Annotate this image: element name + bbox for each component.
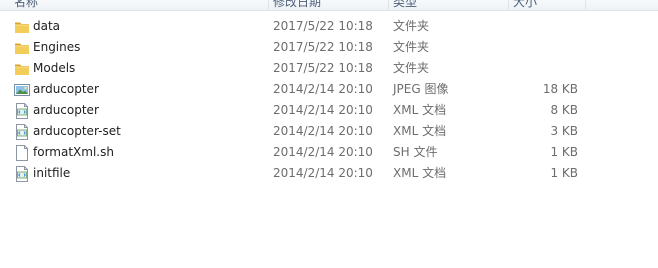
column-divider[interactable] bbox=[388, 0, 389, 10]
file-type: JPEG 图像 bbox=[393, 82, 449, 96]
file-row[interactable]: Engines 2017/5/22 10:18 文件夹 bbox=[0, 37, 658, 58]
file-type: 文件夹 bbox=[393, 19, 430, 33]
file-name: arducopter bbox=[33, 103, 99, 117]
file-name: arducopter bbox=[33, 82, 99, 96]
file-row[interactable]: arducopter-set 2014/2/14 20:10 XML 文档 3 … bbox=[0, 121, 658, 142]
file-name: formatXml.sh bbox=[33, 145, 114, 159]
file-name: Models bbox=[33, 61, 76, 75]
column-header: 名称 修改日期 类型 大小 bbox=[0, 0, 658, 11]
file-row[interactable]: arducopter 2014/2/14 20:10 JPEG 图像 18 KB bbox=[0, 79, 658, 100]
file-type: XML 文档 bbox=[393, 166, 447, 180]
file-date: 2014/2/14 20:10 bbox=[273, 166, 373, 180]
file-size: 8 KB bbox=[550, 103, 578, 117]
folder-icon bbox=[14, 40, 30, 56]
image-file-icon bbox=[14, 82, 30, 98]
xml-file-icon bbox=[14, 166, 30, 182]
file-name: arducopter-set bbox=[33, 124, 121, 138]
file-size: 18 KB bbox=[542, 82, 578, 96]
file-row[interactable]: arducopter 2014/2/14 20:10 XML 文档 8 KB bbox=[0, 100, 658, 121]
file-name: data bbox=[33, 19, 61, 33]
file-name: initfile bbox=[33, 166, 71, 180]
folder-icon bbox=[14, 61, 30, 77]
column-divider[interactable] bbox=[508, 0, 509, 10]
folder-icon bbox=[14, 19, 30, 35]
file-row[interactable]: Models 2017/5/22 10:18 文件夹 bbox=[0, 58, 658, 79]
file-size: 3 KB bbox=[550, 124, 578, 138]
column-header-name[interactable]: 名称 bbox=[14, 0, 38, 10]
file-row[interactable]: data 2017/5/22 10:18 文件夹 bbox=[0, 16, 658, 37]
file-row[interactable]: formatXml.sh 2014/2/14 20:10 SH 文件 1 KB bbox=[0, 142, 658, 163]
file-size: 1 KB bbox=[550, 145, 578, 159]
xml-file-icon bbox=[14, 103, 30, 119]
column-header-size[interactable]: 大小 bbox=[513, 0, 537, 10]
column-header-date[interactable]: 修改日期 bbox=[273, 0, 321, 10]
file-list: data 2017/5/22 10:18 文件夹 Engines 2017/5/… bbox=[0, 16, 658, 184]
file-type: SH 文件 bbox=[393, 145, 438, 159]
file-date: 2014/2/14 20:10 bbox=[273, 145, 373, 159]
file-date: 2017/5/22 10:18 bbox=[273, 61, 373, 75]
xml-file-icon bbox=[14, 124, 30, 140]
file-date: 2014/2/14 20:10 bbox=[273, 124, 373, 138]
file-type: 文件夹 bbox=[393, 61, 430, 75]
file-date: 2014/2/14 20:10 bbox=[273, 82, 373, 96]
file-type: XML 文档 bbox=[393, 124, 447, 138]
file-name: Engines bbox=[33, 40, 81, 54]
column-divider[interactable] bbox=[585, 0, 586, 10]
file-size: 1 KB bbox=[550, 166, 578, 180]
file-date: 2017/5/22 10:18 bbox=[273, 40, 373, 54]
file-date: 2014/2/14 20:10 bbox=[273, 103, 373, 117]
file-date: 2017/5/22 10:18 bbox=[273, 19, 373, 33]
file-type: 文件夹 bbox=[393, 40, 430, 54]
column-header-type[interactable]: 类型 bbox=[393, 0, 417, 10]
file-row[interactable]: initfile 2014/2/14 20:10 XML 文档 1 KB bbox=[0, 163, 658, 184]
file-type: XML 文档 bbox=[393, 103, 447, 117]
column-divider[interactable] bbox=[268, 0, 269, 10]
blank-file-icon bbox=[14, 145, 30, 161]
